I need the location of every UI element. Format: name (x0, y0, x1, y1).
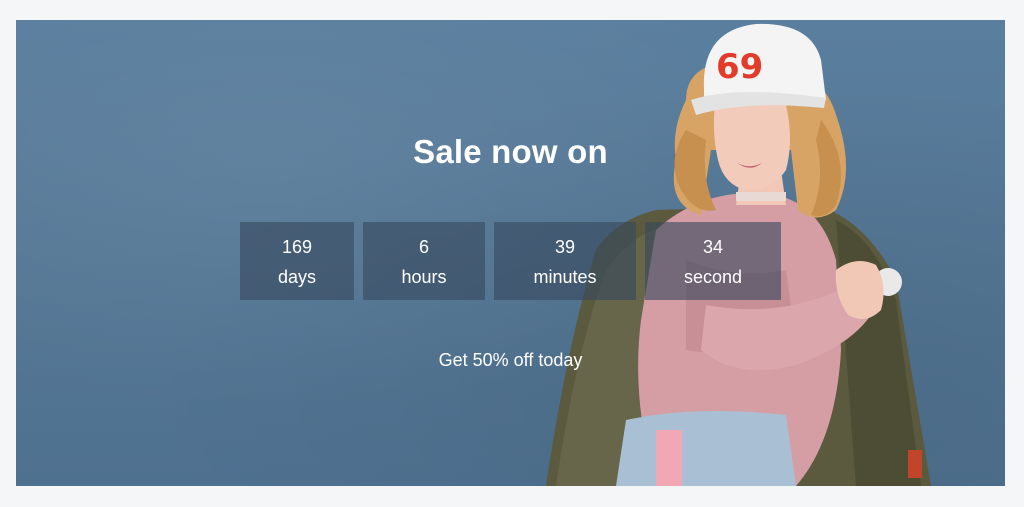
countdown-days-label: days (277, 267, 317, 287)
banner-content: Sale now on 169 days 6 hours 39 minutes … (16, 20, 1005, 486)
countdown-seconds-label: second (683, 267, 743, 287)
countdown-hours: 6 hours (363, 222, 485, 300)
sale-headline: Sale now on (413, 133, 608, 170)
countdown-hours-value: 6 (418, 237, 429, 257)
countdown-minutes: 39 minutes (494, 222, 636, 300)
sale-subline: Get 50% off today (438, 350, 583, 370)
countdown-minutes-label: minutes (533, 267, 597, 287)
countdown-days: 169 days (240, 222, 354, 300)
countdown-hours-label: hours (401, 267, 447, 287)
countdown-seconds: 34 second (645, 222, 781, 300)
countdown-seconds-value: 34 (702, 237, 724, 257)
countdown-days-value: 169 (281, 237, 313, 257)
countdown-minutes-value: 39 (554, 237, 576, 257)
sale-banner: 69 Sale now on 169 days 6 hours 39 minut… (16, 20, 1005, 486)
